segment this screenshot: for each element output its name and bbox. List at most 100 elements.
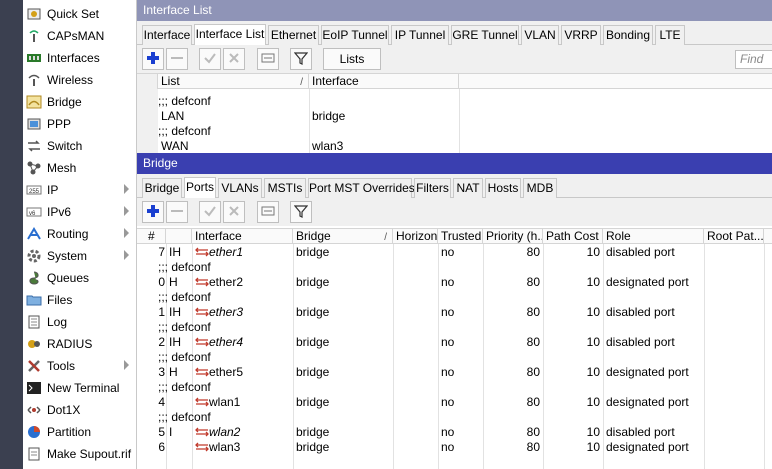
sidebar-item-system[interactable]: System (23, 245, 137, 267)
disable-button[interactable] (223, 201, 245, 223)
sidebar-item-ip[interactable]: 255 IP (23, 179, 137, 201)
tab-hosts[interactable]: Hosts (485, 178, 521, 198)
sidebar-item-radius[interactable]: RADIUS (23, 333, 137, 355)
interface-name: wlan1 (209, 395, 241, 409)
filter-button[interactable] (290, 48, 312, 70)
tab-eoip-tunnel[interactable]: EoIP Tunnel (321, 25, 389, 45)
comment-button[interactable] (257, 201, 279, 223)
list-item[interactable]: ;;; defconf (137, 94, 772, 109)
add-button[interactable] (142, 201, 164, 223)
list-item[interactable]: ;;; defconf (137, 124, 772, 139)
tab-ethernet[interactable]: Ethernet (268, 25, 319, 45)
col-header-flags[interactable] (166, 229, 192, 244)
table-row[interactable]: 2 IH ether4 bridge no 80 10 disabled port (137, 335, 772, 350)
window-title[interactable]: Bridge (137, 153, 772, 174)
sidebar-item-tools[interactable]: Tools (23, 355, 137, 377)
col-header-root-path-cost[interactable]: Root Pat... (704, 229, 764, 244)
cell-interface: wlan2 (195, 425, 291, 440)
sidebar-item-interfaces[interactable]: Interfaces (23, 47, 137, 69)
sidebar-item-bridge[interactable]: Bridge (23, 91, 137, 113)
tab-interface-list[interactable]: Interface List (194, 24, 266, 45)
remove-button[interactable] (166, 201, 188, 223)
cell-interface: wlan1 (195, 395, 291, 410)
table-row[interactable]: 6 wlan3 bridge no 80 10 designated port (137, 440, 772, 455)
add-button[interactable] (142, 48, 164, 70)
table-row[interactable]: 1 IH ether3 bridge no 80 10 disabled port (137, 305, 772, 320)
sidebar-item-make-supout[interactable]: Make Supout.rif (23, 443, 137, 465)
col-header-trusted[interactable]: Trusted (438, 229, 483, 244)
col-header-bridge[interactable]: Bridge / (293, 229, 393, 244)
list-item[interactable]: ;;; defconf (137, 260, 772, 275)
table-row[interactable]: 4 wlan1 bridge no 80 10 designated port (137, 395, 772, 410)
tab-lte[interactable]: LTE (655, 25, 685, 45)
sidebar-item-log[interactable]: Log (23, 311, 137, 333)
table-row[interactable]: 3 Hether5 bridge no 80 10 designated port (137, 365, 772, 380)
table-row[interactable]: 5 Iwlan2 bridge no 80 10 disabled port (137, 425, 772, 440)
sidebar-item-dot1x[interactable]: Dot1X (23, 399, 137, 421)
cell-path-cost: 10 (586, 305, 600, 319)
col-header-role[interactable]: Role (603, 229, 704, 244)
col-header-path-cost[interactable]: Path Cost (543, 229, 603, 244)
find-input[interactable]: Find (735, 50, 772, 69)
window-title[interactable]: Interface List (137, 0, 772, 21)
enable-button[interactable] (199, 48, 221, 70)
table-row[interactable]: 7 IH ether1 bridge no 80 10 disabled port (137, 245, 772, 260)
col-header-interface[interactable]: Interface (192, 229, 293, 244)
list-item[interactable]: ;;; defconf (137, 320, 772, 335)
cell-bridge: bridge (296, 440, 330, 454)
remove-button[interactable] (166, 48, 188, 70)
tab-port-mst-overrides[interactable]: Port MST Overrides (308, 178, 415, 198)
comment-button[interactable] (257, 48, 279, 70)
tab-vlans[interactable]: VLANs (218, 178, 262, 198)
sidebar-item-quick-set[interactable]: Quick Set (23, 3, 137, 25)
tab-vlan[interactable]: VLAN (521, 25, 559, 45)
tab-ip-tunnel[interactable]: IP Tunnel (391, 25, 449, 45)
enable-button[interactable] (199, 201, 221, 223)
tab-gre-tunnel[interactable]: GRE Tunnel (451, 25, 519, 45)
col-header-horizon[interactable]: Horizon (393, 229, 438, 244)
table-row[interactable]: 0 Hether2 bridge no 80 10 designated port (137, 275, 772, 290)
col-header-list[interactable]: List / (158, 74, 309, 89)
tab-mdb[interactable]: MDB (523, 178, 557, 198)
sidebar-item-files[interactable]: Files (23, 289, 137, 311)
sidebar-item-wireless[interactable]: Wireless (23, 69, 137, 91)
sidebar-item-mesh[interactable]: Mesh (23, 157, 137, 179)
list-item[interactable]: ;;; defconf (137, 290, 772, 305)
cell-number: 0 (158, 275, 165, 289)
cell-bridge: bridge (296, 245, 330, 259)
col-header-number[interactable]: # (145, 229, 166, 244)
tab-bridge[interactable]: Bridge (142, 178, 182, 198)
sidebar-item-queues[interactable]: Queues (23, 267, 137, 289)
disable-button[interactable] (223, 48, 245, 70)
list-item[interactable]: ;;; defconf (137, 380, 772, 395)
sidebar-item-label: Log (47, 315, 68, 329)
list-item[interactable]: ;;; defconf (137, 410, 772, 425)
capsman-icon (26, 28, 42, 44)
sidebar-item-routing[interactable]: Routing (23, 223, 137, 245)
lists-button[interactable]: Lists (323, 48, 381, 70)
tab-mstis[interactable]: MSTIs (264, 178, 306, 198)
tab-interface[interactable]: Interface (142, 25, 192, 45)
cell-role: disabled port (606, 305, 675, 319)
sort-desc-icon: / (300, 77, 303, 88)
tab-ports[interactable]: Ports (184, 177, 216, 198)
col-header-label: List (161, 74, 180, 88)
sidebar-item-ipv6[interactable]: v6 IPv6 (23, 201, 137, 223)
cell-trusted: no (441, 395, 455, 409)
toolbar: Lists Find (137, 45, 772, 73)
tab-vrrp[interactable]: VRRP (561, 25, 601, 45)
table-row[interactable]: WAN wlan3 (137, 139, 772, 153)
tab-filters[interactable]: Filters (414, 178, 451, 198)
tab-nat[interactable]: NAT (453, 178, 483, 198)
col-header-priority[interactable]: Priority (h... (483, 229, 543, 244)
sidebar-item-partition[interactable]: Partition (23, 421, 137, 443)
list-item[interactable]: ;;; defconf (137, 350, 772, 365)
sidebar-item-capsman[interactable]: CAPsMAN (23, 25, 137, 47)
sidebar-item-switch[interactable]: Switch (23, 135, 137, 157)
sidebar-item-ppp[interactable]: PPP (23, 113, 137, 135)
sidebar-item-new-terminal[interactable]: New Terminal (23, 377, 137, 399)
table-row[interactable]: LAN bridge (137, 109, 772, 124)
filter-button[interactable] (290, 201, 312, 223)
col-header-interface[interactable]: Interface (309, 74, 459, 89)
tab-bonding[interactable]: Bonding (603, 25, 653, 45)
